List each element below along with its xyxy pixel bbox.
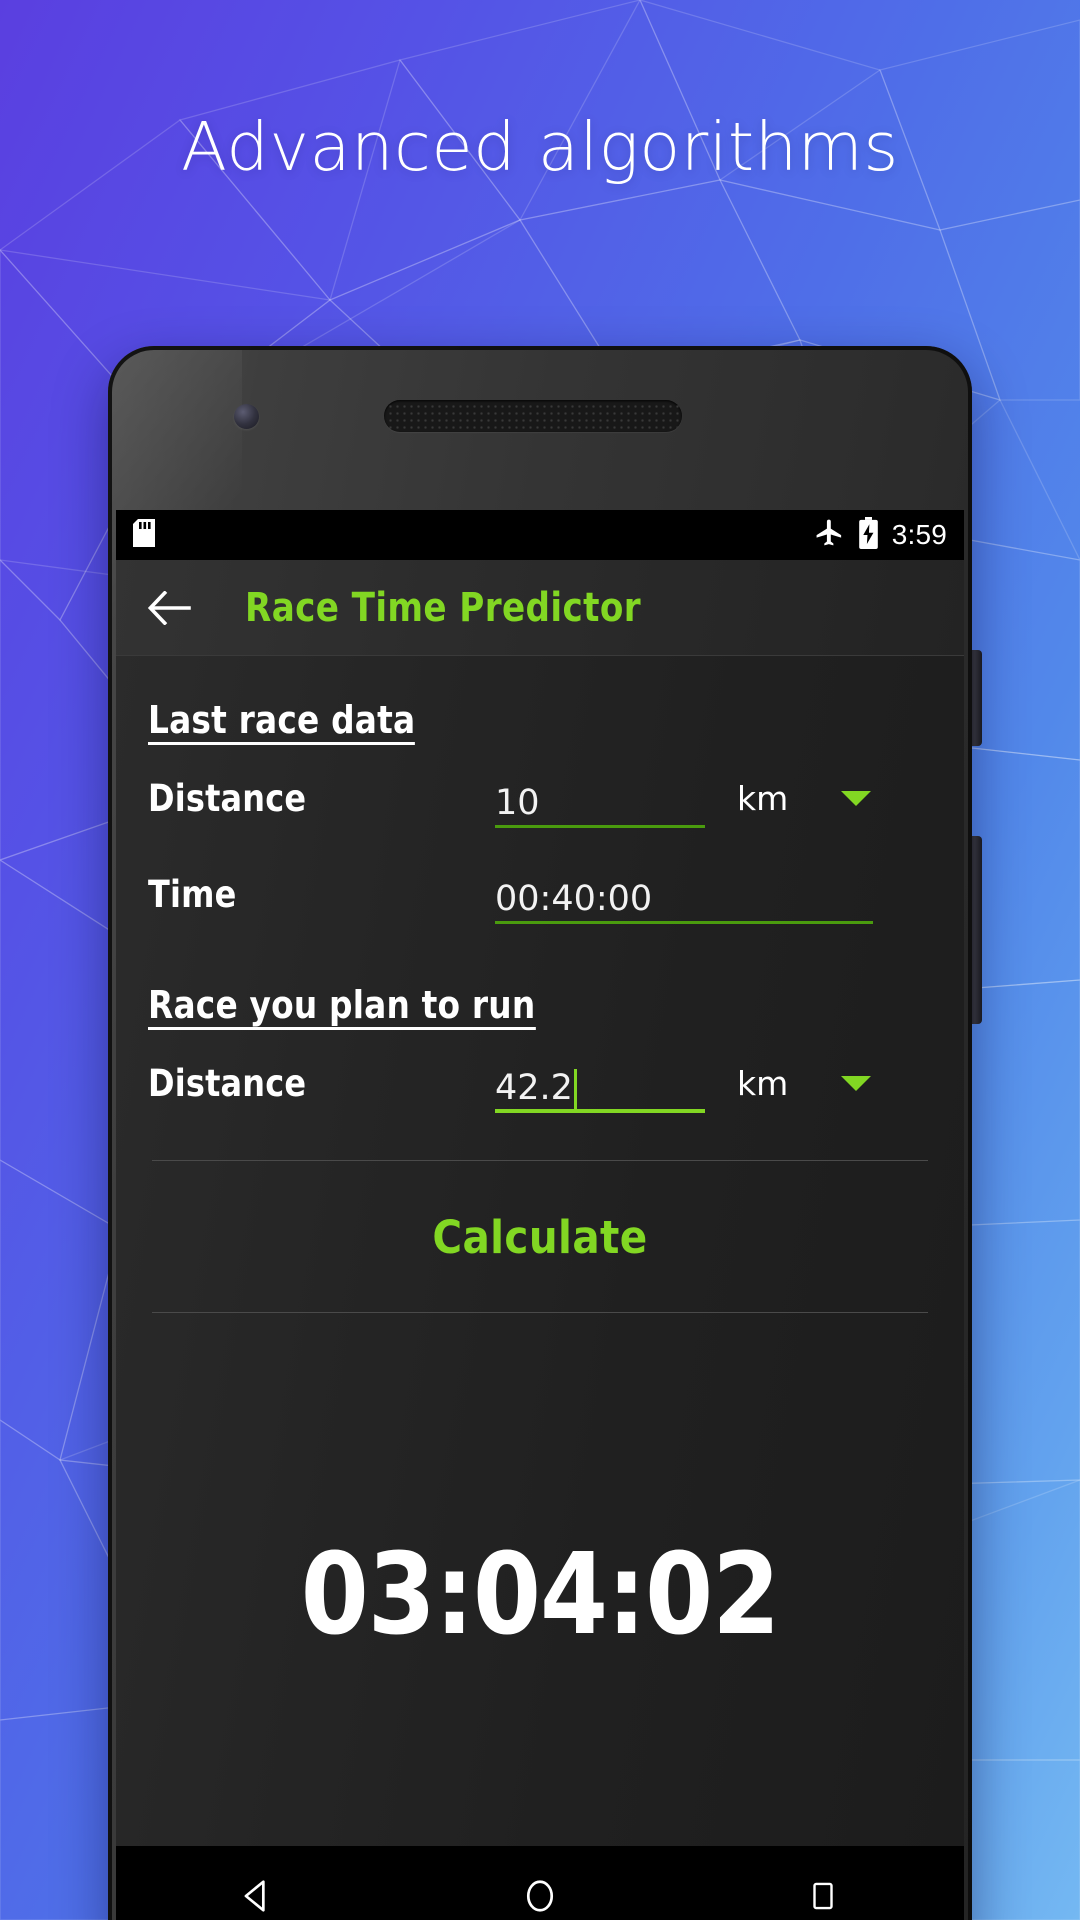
phone-screen: 3:59 Race Time Predictor Last race data … — [116, 510, 964, 1920]
calculate-button[interactable]: Calculate — [148, 1161, 932, 1312]
chevron-down-icon[interactable] — [841, 790, 871, 806]
status-bar: 3:59 — [116, 510, 964, 560]
nav-recents-square-icon[interactable] — [763, 1846, 883, 1920]
main-content: Last race data Distance 10 km Time 00:40… — [116, 656, 964, 1920]
input-last-time[interactable]: 00:40:00 — [495, 864, 873, 924]
battery-charging-icon — [858, 516, 879, 554]
unit-label-planned-distance: km — [737, 1063, 789, 1103]
field-row-last-distance: Distance 10 km — [148, 755, 932, 841]
label-last-time: Time — [148, 872, 237, 916]
unit-select-planned-distance[interactable]: km — [737, 1064, 871, 1103]
input-planned-distance[interactable]: 42.2 — [495, 1053, 705, 1113]
phone-mockup: 3:59 Race Time Predictor Last race data … — [108, 346, 982, 1920]
status-bar-time: 3:59 — [891, 519, 947, 550]
label-last-distance: Distance — [148, 776, 307, 820]
input-last-time-underline — [495, 921, 873, 924]
unit-select-last-distance[interactable]: km — [737, 779, 871, 818]
input-last-distance-underline — [495, 825, 705, 828]
section-heading-planned-race: Race you plan to run — [148, 983, 536, 1030]
app-bar-title: Race Time Predictor — [245, 584, 641, 631]
earpiece-speaker — [384, 400, 682, 432]
input-planned-distance-underline — [495, 1109, 705, 1113]
sd-card-icon — [133, 518, 155, 552]
unit-label-last-distance: km — [737, 778, 789, 818]
input-last-time-value: 00:40:00 — [495, 879, 653, 919]
front-camera-icon — [234, 404, 259, 429]
result-time-display: 03:04:02 — [300, 1530, 780, 1660]
back-arrow-icon[interactable] — [147, 590, 193, 625]
input-last-distance-value: 10 — [495, 783, 540, 823]
section-heading-last-race: Last race data — [148, 698, 416, 745]
phone-body: 3:59 Race Time Predictor Last race data … — [108, 346, 972, 1920]
label-planned-distance: Distance — [148, 1061, 307, 1105]
app-bar: Race Time Predictor — [116, 560, 964, 656]
nav-home-circle-icon[interactable] — [480, 1846, 600, 1920]
nav-back-triangle-icon[interactable] — [197, 1846, 317, 1920]
chevron-down-icon[interactable] — [841, 1075, 871, 1091]
field-row-last-time: Time 00:40:00 — [148, 851, 932, 937]
text-cursor-caret — [573, 1069, 577, 1113]
headline-text: Advanced algorithms — [181, 108, 899, 186]
field-row-planned-distance: Distance 42.2 km — [148, 1040, 932, 1126]
input-last-distance[interactable]: 10 — [495, 768, 705, 828]
divider-bottom — [152, 1312, 928, 1313]
airplane-mode-icon — [814, 517, 845, 553]
android-navigation-bar — [116, 1846, 964, 1920]
input-planned-distance-value: 42.2 — [495, 1068, 573, 1108]
